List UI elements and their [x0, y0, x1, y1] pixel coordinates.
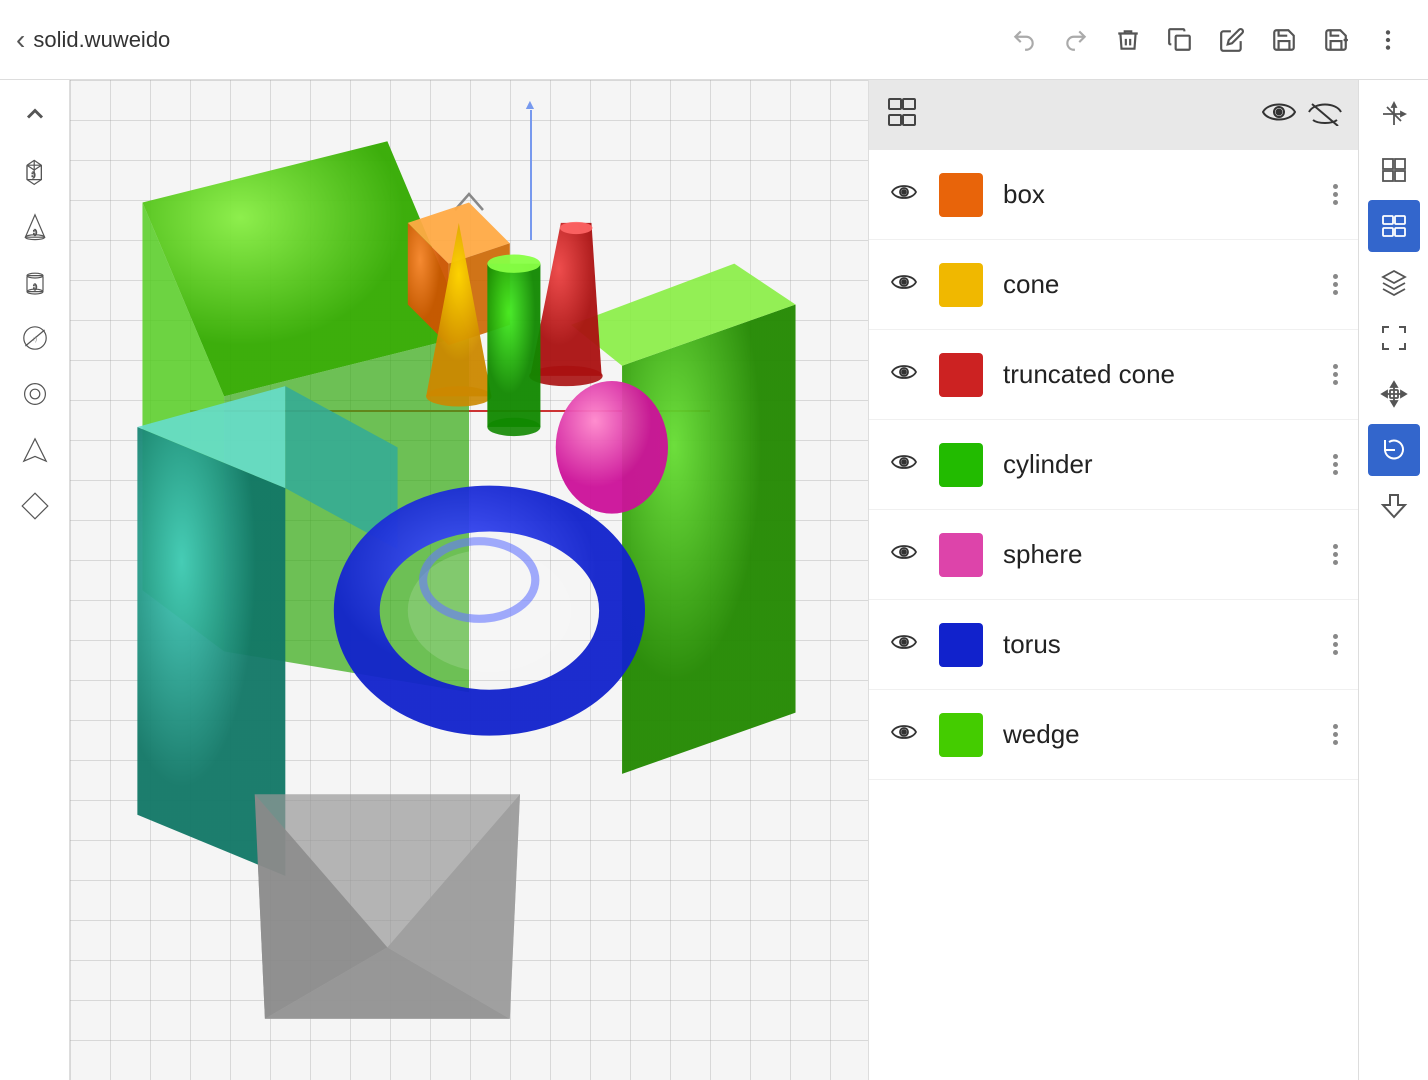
- save-new-button[interactable]: [1312, 16, 1360, 64]
- frame-button[interactable]: [1368, 312, 1420, 364]
- axes-button[interactable]: [1368, 88, 1420, 140]
- more-options-sphere[interactable]: [1333, 544, 1338, 565]
- eye-icon-sphere[interactable]: [889, 541, 919, 569]
- top-toolbar: ‹ solid.wuweido: [0, 0, 1428, 80]
- show-all-button[interactable]: [1262, 98, 1296, 133]
- shape-name-torus: torus: [1003, 629, 1313, 660]
- sidebar-item-box[interactable]: :): [9, 144, 61, 196]
- more-options-cylinder[interactable]: [1333, 454, 1338, 475]
- more-options-torus[interactable]: [1333, 634, 1338, 655]
- sidebar-item-torus[interactable]: [9, 368, 61, 420]
- color-swatch-truncated-cone: [939, 353, 983, 397]
- svg-text::): :): [31, 171, 35, 178]
- panel-header: [869, 80, 1358, 150]
- svg-text::): :): [33, 229, 37, 236]
- 3d-scene[interactable]: [70, 80, 868, 1080]
- canvas-area[interactable]: [70, 80, 868, 1080]
- toolbar-actions: [1000, 16, 1412, 64]
- left-sidebar: :) :) :) :): [0, 80, 70, 1080]
- more-options-cone[interactable]: [1333, 274, 1338, 295]
- shape-name-box: box: [1003, 179, 1313, 210]
- svg-text::): :): [33, 336, 37, 343]
- color-swatch-torus: [939, 623, 983, 667]
- rightmost-toolbar: [1358, 80, 1428, 1080]
- shape-name-cone: cone: [1003, 269, 1313, 300]
- duplicate-button[interactable]: [1156, 16, 1204, 64]
- export-button[interactable]: [1368, 480, 1420, 532]
- layers-icon: [885, 94, 921, 137]
- save-button[interactable]: [1260, 16, 1308, 64]
- redo-button[interactable]: [1052, 16, 1100, 64]
- shape-name-cylinder: cylinder: [1003, 449, 1313, 480]
- eye-icon-cone[interactable]: [889, 271, 919, 299]
- shape-item-sphere[interactable]: sphere: [869, 510, 1358, 600]
- document-title: solid.wuweido: [33, 27, 170, 53]
- color-swatch-cone: [939, 263, 983, 307]
- sidebar-item-no-entry[interactable]: :): [9, 312, 61, 364]
- eye-icon-torus[interactable]: [889, 631, 919, 659]
- shape-item-wedge[interactable]: wedge: [869, 690, 1358, 780]
- more-options-box[interactable]: [1333, 184, 1338, 205]
- right-panel: box cone: [868, 80, 1358, 1080]
- back-arrow-icon: ‹: [16, 24, 25, 56]
- sidebar-item-cylinder[interactable]: :): [9, 256, 61, 308]
- delete-button[interactable]: [1104, 16, 1152, 64]
- back-button[interactable]: ‹ solid.wuweido: [16, 24, 170, 56]
- color-swatch-cylinder: [939, 443, 983, 487]
- sidebar-item-collapse[interactable]: [9, 88, 61, 140]
- more-options-button[interactable]: [1364, 16, 1412, 64]
- move-button[interactable]: [1368, 368, 1420, 420]
- eye-icon-cylinder[interactable]: [889, 451, 919, 479]
- layers-button[interactable]: [1368, 200, 1420, 252]
- shape-item-torus[interactable]: torus: [869, 600, 1358, 690]
- undo-button[interactable]: [1000, 16, 1048, 64]
- edit-button[interactable]: [1208, 16, 1256, 64]
- shape-name-sphere: sphere: [1003, 539, 1313, 570]
- shape-name-wedge: wedge: [1003, 719, 1313, 750]
- eye-icon-box[interactable]: [889, 181, 919, 209]
- reset-button[interactable]: [1368, 424, 1420, 476]
- more-options-wedge[interactable]: [1333, 724, 1338, 745]
- shape-item-box[interactable]: box: [869, 150, 1358, 240]
- shape-item-truncated-cone[interactable]: truncated cone: [869, 330, 1358, 420]
- svg-text::): :): [33, 283, 37, 290]
- color-swatch-wedge: [939, 713, 983, 757]
- wireframe-button[interactable]: [1368, 144, 1420, 196]
- color-swatch-sphere: [939, 533, 983, 577]
- sidebar-item-cone[interactable]: :): [9, 200, 61, 252]
- main-content: :) :) :) :): [0, 80, 1428, 1080]
- stack-button[interactable]: [1368, 256, 1420, 308]
- shape-list: box cone: [869, 150, 1358, 1080]
- shape-item-cylinder[interactable]: cylinder: [869, 420, 1358, 510]
- eye-icon-wedge[interactable]: [889, 721, 919, 749]
- shape-name-truncated-cone: truncated cone: [1003, 359, 1313, 390]
- sidebar-item-arrow[interactable]: [9, 424, 61, 476]
- sidebar-item-diamond[interactable]: [9, 480, 61, 532]
- shape-item-cone[interactable]: cone: [869, 240, 1358, 330]
- color-swatch-box: [939, 173, 983, 217]
- eye-icon-truncated-cone[interactable]: [889, 361, 919, 389]
- hide-all-button[interactable]: [1308, 98, 1342, 133]
- more-options-truncated-cone[interactable]: [1333, 364, 1338, 385]
